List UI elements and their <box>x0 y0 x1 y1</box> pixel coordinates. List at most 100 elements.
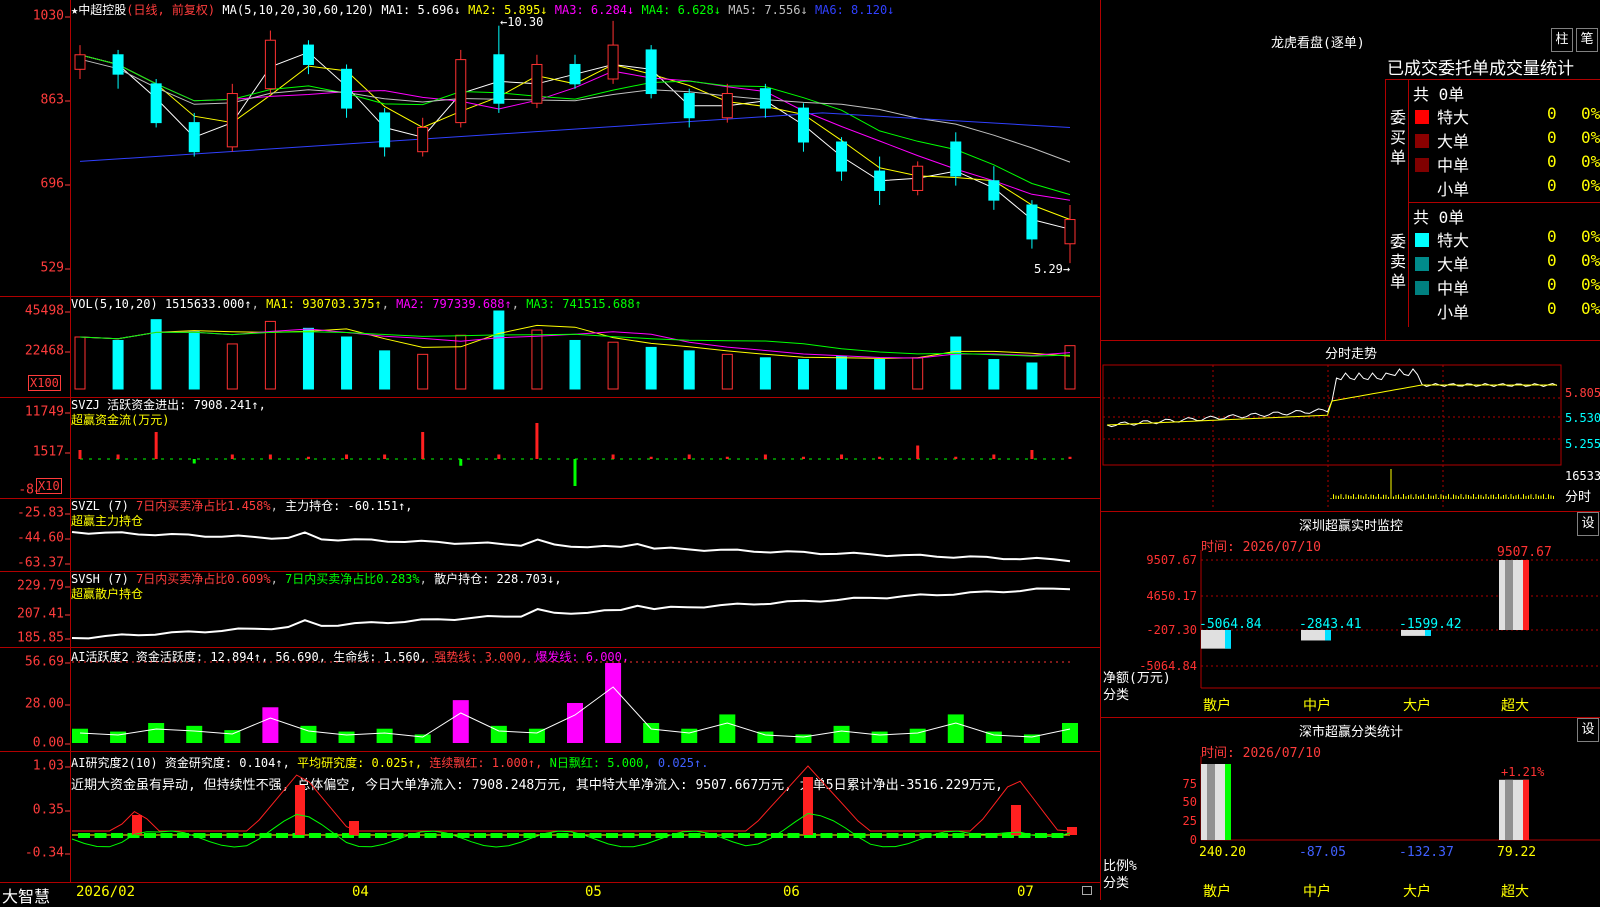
bar-category-label: 大户 <box>1403 883 1431 900</box>
sz-monitor-panel: 深圳超赢实时监控 设 时间: 2026/07/10 9507.67 4650.17… <box>1100 512 1600 718</box>
svzj-bar <box>992 454 996 459</box>
intraday-panel[interactable]: 分时走势 5.805 5.530 5.255 16533 分时 <box>1100 341 1600 512</box>
research-red-bar <box>295 785 305 835</box>
lock-icon[interactable] <box>1082 886 1092 895</box>
research-bar <box>688 833 701 838</box>
research-bar <box>226 833 239 838</box>
bar-y-tick: 25 <box>1183 814 1197 828</box>
category-bar-shade <box>1207 764 1215 840</box>
row-count: 0 <box>1547 227 1557 246</box>
research-red-bar <box>1011 805 1021 835</box>
svzj-bar <box>1030 450 1034 459</box>
activity-bar <box>186 725 203 743</box>
volume-bar <box>721 353 733 390</box>
svzj-bar <box>230 454 234 459</box>
low-price-label: 5.29→ <box>1034 262 1071 276</box>
candle-body <box>607 44 619 80</box>
research-bar <box>754 833 767 838</box>
activity-bar <box>947 714 964 743</box>
candle-body <box>417 126 429 153</box>
research-red-bar <box>132 815 142 835</box>
svzl-pane[interactable]: -25.83 -44.60 -63.37 SVZL (7) 7日内买卖净占比1.… <box>0 499 1100 572</box>
volume-bar <box>759 357 771 390</box>
research-bar <box>787 833 800 838</box>
volume-bar <box>188 331 200 390</box>
research-bar <box>474 833 486 838</box>
row-count: 0 <box>1547 251 1557 270</box>
kline-pane[interactable]: 1030 863 696 529 ★中超控股(日线, 前复权) MA(5,10,… <box>0 0 1100 297</box>
svzj-bar <box>840 454 844 459</box>
research-bar <box>721 833 734 838</box>
ai-research-chart <box>71 765 1077 848</box>
intraday-vol-tick: 16533 <box>1565 469 1600 483</box>
activity-bar <box>643 722 660 743</box>
research-bar <box>243 833 255 838</box>
date-tick: 04 <box>352 884 369 900</box>
research-bar <box>886 833 899 838</box>
svzj-bar <box>345 454 349 459</box>
research-bar <box>952 833 965 838</box>
candle-body <box>912 165 924 191</box>
activity-bar <box>909 728 926 743</box>
buy-row-l: 大单 0 0% <box>1409 128 1600 152</box>
volume-bar <box>645 346 657 390</box>
svzj-bar <box>497 454 501 459</box>
category-bar-edge <box>1225 630 1231 649</box>
candle-body <box>493 54 505 104</box>
volume-bar <box>569 339 581 390</box>
svzj-pane[interactable]: 11749 1517 -8 X10 SVZJ 活跃资金进出: 7908.241↑… <box>0 398 1100 499</box>
research-bar <box>424 833 437 838</box>
svzj-bar <box>611 454 615 459</box>
ai-activity-pane[interactable]: 56.69 28.00 0.00 AI活跃度2 资金活跃度: 12.894↑, … <box>0 648 1100 752</box>
volume-bar <box>1026 362 1038 390</box>
dragon-tiger-panel: 龙虎看盘(逐单) 柱 笔 已成交委托单成交量统计 委买单 共 0单 特大 0 0% … <box>1100 0 1600 341</box>
bar-y-tick: -207.30 <box>1146 623 1197 637</box>
row-label: 小单 <box>1437 303 1470 322</box>
bar-y-tick: 0 <box>1190 833 1197 847</box>
intraday-tick: 5.805 <box>1565 386 1600 400</box>
bar-mode-button[interactable]: 柱 <box>1551 28 1573 52</box>
row-count: 0 <box>1547 104 1557 123</box>
research-bar <box>193 833 206 838</box>
bar-value-label: -1599.42 <box>1399 617 1462 632</box>
volume-pane[interactable]: 45498 22468 X100 VOL(5,10,20) 1515633.00… <box>0 297 1100 398</box>
candle-body <box>645 49 657 95</box>
date-tick: 2026/02 <box>76 884 136 900</box>
svsh-pane[interactable]: 229.79 207.41 185.85 SVSH (7) 7日内买卖净占比0.… <box>0 572 1100 648</box>
candle-body <box>226 93 238 148</box>
sell-total: 共 0单 <box>1413 208 1465 227</box>
row-label: 大单 <box>1437 255 1470 274</box>
bar-y-tick: 75 <box>1183 777 1197 791</box>
research-bar <box>160 833 173 838</box>
row-label: 中单 <box>1437 279 1470 298</box>
candle-body <box>531 63 543 104</box>
ai-research-pane[interactable]: 1.03 0.35 -0.34 AI研究度2(10) 资金研究度: 0.104↑… <box>0 752 1100 882</box>
date-axis: 大智慧 2026/02 04 05 06 07 <box>0 882 1100 906</box>
row-count: 0 <box>1547 299 1557 318</box>
row-count: 0 <box>1547 128 1557 147</box>
bar-value-label: 240.20 <box>1199 845 1246 860</box>
svzj-bar <box>116 454 120 459</box>
research-bar <box>837 833 849 838</box>
candle-body <box>759 88 771 109</box>
research-bar <box>903 833 915 838</box>
row-label: 大单 <box>1437 132 1470 151</box>
row-count: 0 <box>1547 176 1557 195</box>
research-red-bar <box>803 777 813 835</box>
date-tick: 05 <box>585 884 602 900</box>
tick-mode-button[interactable]: 笔 <box>1576 28 1598 52</box>
activity-bar <box>376 728 393 743</box>
candlestick-chart[interactable] <box>0 0 1100 296</box>
candle-body <box>569 63 581 85</box>
activity-bar <box>300 725 317 743</box>
research-bar <box>639 833 651 838</box>
volume-bar <box>874 359 886 390</box>
bar-value-label: -5064.84 <box>1199 617 1262 632</box>
sell-side-label: 委卖单 <box>1389 232 1406 291</box>
volume-bar <box>531 329 543 390</box>
bar-y-tick: 9507.67 <box>1146 553 1197 567</box>
candle-body <box>683 93 695 119</box>
activity-bar <box>1062 722 1078 743</box>
volume-bar <box>226 343 238 390</box>
bar-value-label: 79.22 <box>1497 845 1536 860</box>
